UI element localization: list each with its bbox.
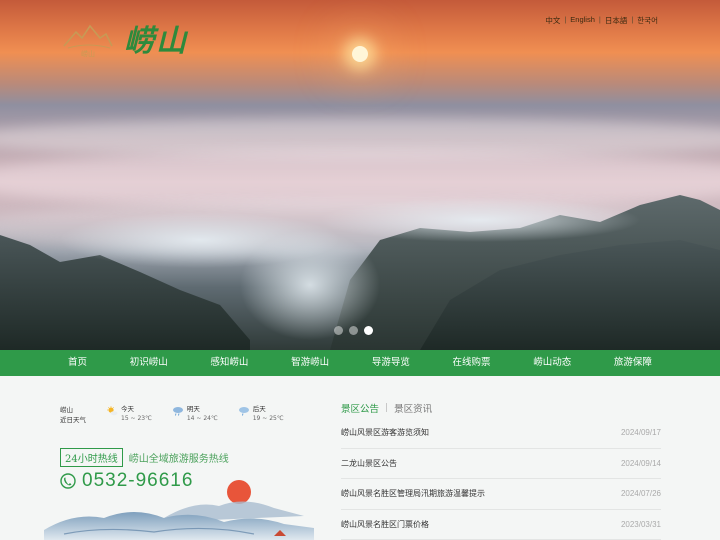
lang-korean[interactable]: 한국어	[637, 15, 658, 26]
weather-day: 明天 14 ~ 24℃	[172, 405, 218, 423]
carousel-dot[interactable]	[334, 326, 343, 335]
news-title[interactable]: 崂山风景名胜区门票价格	[341, 519, 429, 530]
weather-day: 今天 15 ~ 23℃	[106, 405, 152, 423]
weather-temp: 15 ~ 23℃	[121, 415, 152, 422]
news-date: 2024/09/14	[620, 458, 661, 468]
lang-separator: |	[564, 15, 567, 24]
news-title[interactable]: 二龙山景区公告	[341, 458, 397, 469]
rain-cloud-icon	[238, 407, 249, 416]
weather-widget: 崂山 近日天气 今天 15 ~ 23℃ 明天 14 ~ 24℃ 后天 19 ~ …	[60, 405, 284, 425]
list-item[interactable]: 崂山风景区游客游览须知 2024/09/17	[341, 418, 661, 449]
weather-location: 崂山 近日天气	[60, 405, 86, 425]
main-nav: 首页 初识崂山 感知崂山 智游崂山 导游导览 在线购票 崂山动态 旅游保障	[0, 350, 720, 376]
tab-announcements[interactable]: 景区公告	[341, 401, 379, 415]
news-title[interactable]: 崂山风景区游客游览须知	[341, 427, 429, 438]
news-title[interactable]: 崂山风景名胜区管理局汛期旅游温馨提示	[341, 488, 485, 499]
mountain-emblem-icon: 崂山	[63, 24, 113, 58]
list-item[interactable]: 二龙山景区公告 2024/09/14	[341, 449, 661, 479]
news-list: 崂山风景区游客游览须知 2024/09/17 二龙山景区公告 2024/09/1…	[341, 418, 661, 540]
lang-chinese[interactable]: 中文	[545, 15, 560, 26]
weather-temp: 14 ~ 24℃	[186, 415, 218, 422]
hotline-description: 崂山全域旅游服务热线	[128, 454, 229, 465]
ink-landscape-illustration	[44, 480, 314, 540]
weather-day-label: 后天	[252, 405, 266, 413]
hotline-header: 24小时热线 崂山全域旅游服务热线	[60, 448, 229, 467]
nav-item-experience[interactable]: 感知崂山	[202, 350, 256, 376]
sun-cloud-icon	[107, 406, 118, 416]
news-date: 2023/03/31	[620, 519, 661, 529]
lang-separator: |	[598, 15, 601, 24]
tab-separator: |	[385, 403, 389, 413]
hotline-badge: 24小时热线	[60, 448, 123, 467]
news-date: 2024/07/26	[620, 489, 661, 499]
logo-text: 崂山	[124, 24, 188, 59]
weather-day-label: 今天	[121, 405, 134, 413]
weather-place: 崂山	[60, 406, 73, 414]
list-item[interactable]: 崂山风景名胜区管理局汛期旅游温馨提示 2024/07/26	[341, 479, 661, 510]
carousel-dot-active[interactable]	[364, 326, 373, 335]
list-item[interactable]: 崂山风景名胜区门票价格 2023/03/31	[341, 510, 661, 540]
news-date: 2024/09/17	[620, 428, 661, 438]
lang-japanese[interactable]: 日本語	[605, 15, 628, 26]
nav-item-news[interactable]: 崂山动态	[525, 350, 579, 376]
carousel-dot[interactable]	[349, 326, 358, 335]
lang-english[interactable]: English	[570, 15, 595, 26]
tab-news[interactable]: 景区资讯	[394, 401, 432, 415]
nav-item-smart-tour[interactable]: 智游崂山	[283, 350, 337, 376]
svg-text:崂山: 崂山	[81, 49, 95, 58]
language-switcher: 中文 | English | 日本語 | 한국어	[545, 15, 658, 26]
weather-day-label: 明天	[186, 405, 200, 413]
weather-temp: 19 ~ 25℃	[252, 415, 284, 422]
news-tabs: 景区公告 | 景区资讯	[341, 401, 432, 415]
rain-cloud-icon	[172, 407, 183, 416]
nav-item-service[interactable]: 旅游保障	[606, 350, 660, 376]
nav-item-guide[interactable]: 导游导览	[364, 350, 418, 376]
nav-item-about[interactable]: 初识崂山	[122, 350, 176, 376]
lang-separator: |	[631, 15, 634, 24]
site-logo[interactable]: 崂山 崂山	[62, 16, 188, 60]
carousel-indicators	[334, 326, 373, 335]
hero-banner[interactable]: 崂山 崂山 中文 | English | 日本語 | 한국어	[0, 0, 720, 350]
nav-item-tickets[interactable]: 在线购票	[445, 350, 499, 376]
nav-item-home[interactable]: 首页	[60, 350, 95, 376]
weather-day: 后天 19 ~ 25℃	[238, 405, 284, 423]
weather-place-sub: 近日天气	[60, 416, 86, 424]
